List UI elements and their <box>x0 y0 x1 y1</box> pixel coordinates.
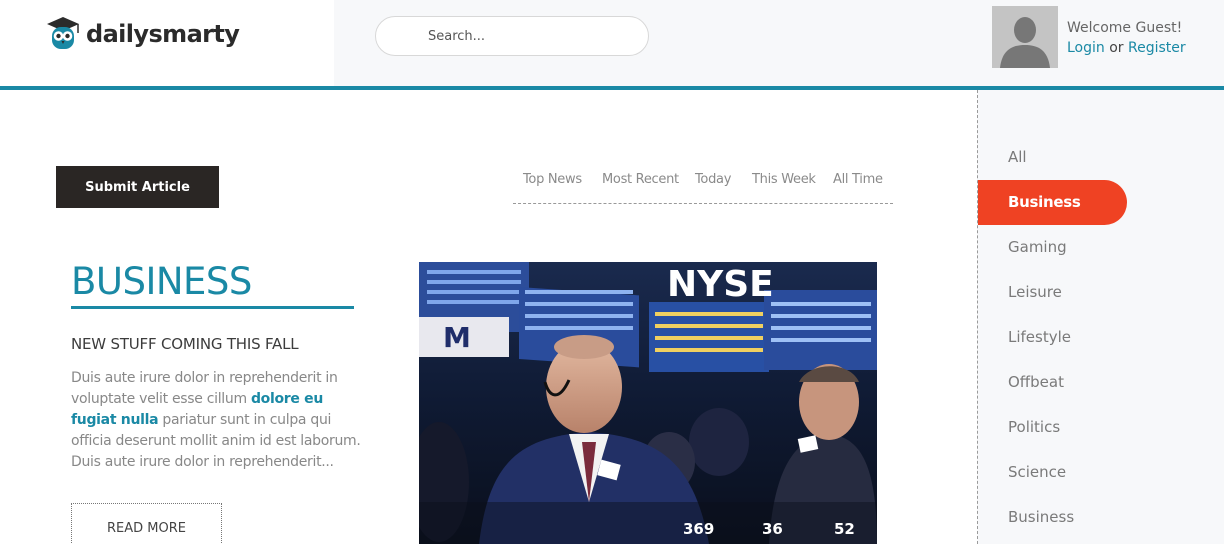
search-input[interactable] <box>428 26 628 46</box>
avatar[interactable] <box>992 6 1058 68</box>
or-text: or <box>1109 40 1124 56</box>
post-excerpt: Duis aute irure dolor in reprehenderit i… <box>71 368 371 473</box>
filter-this-week[interactable]: This Week <box>752 172 816 187</box>
submit-article-button[interactable]: Submit Article <box>56 166 219 208</box>
sidebar-item-offbeat[interactable]: Offbeat <box>1008 373 1064 391</box>
filter-today[interactable]: Today <box>695 172 731 187</box>
stat-comments: 36 <box>762 520 783 538</box>
logo[interactable]: dailysmarty <box>44 15 240 53</box>
stat-views: 369 <box>683 520 715 538</box>
auth-links: Login or Register <box>1067 40 1186 56</box>
nyse-sign-text: NYSE <box>667 264 774 305</box>
svg-text:M: M <box>443 321 471 354</box>
welcome-text: Welcome Guest! <box>1067 20 1183 36</box>
sidebar-item-leisure[interactable]: Leisure <box>1008 283 1062 301</box>
search-box[interactable] <box>375 16 649 56</box>
post-image[interactable]: M NYSE 369 36 52 <box>419 262 877 544</box>
sidebar-item-business-active[interactable]: Business <box>978 180 1127 225</box>
sidebar-item-science[interactable]: Science <box>1008 463 1066 481</box>
filter-all-time[interactable]: All Time <box>833 172 883 187</box>
sidebar-item-label: Business <box>1008 193 1081 211</box>
sidebar-item-gaming[interactable]: Gaming <box>1008 238 1067 256</box>
top-header: dailysmarty Welcome Guest! Login or Regi… <box>0 0 1224 86</box>
owl-graduation-cap-icon <box>47 17 79 49</box>
post-title[interactable]: NEW STUFF COMING THIS FALL <box>71 335 299 353</box>
read-more-button[interactable]: READ MORE <box>71 503 222 544</box>
category-heading: BUSINESS <box>71 260 252 303</box>
category-sidebar: All Business Gaming Leisure Lifestyle Of… <box>977 90 1224 544</box>
time-filter-tabs: Top News Most Recent Today This Week All… <box>513 164 893 204</box>
logo-text: dailysmarty <box>86 20 240 48</box>
sidebar-item-all[interactable]: All <box>1008 148 1027 166</box>
sidebar-item-lifestyle[interactable]: Lifestyle <box>1008 328 1071 346</box>
sidebar-item-business[interactable]: Business <box>1008 508 1074 526</box>
user-silhouette-icon <box>992 6 1058 68</box>
register-link[interactable]: Register <box>1128 40 1186 56</box>
logo-area: dailysmarty <box>0 0 334 86</box>
filter-most-recent[interactable]: Most Recent <box>602 172 679 187</box>
trading-floor-photo: M NYSE <box>419 262 877 544</box>
filter-top-news[interactable]: Top News <box>523 172 582 187</box>
sidebar-item-politics[interactable]: Politics <box>1008 418 1060 436</box>
stat-likes: 52 <box>834 520 855 538</box>
category-underline <box>71 306 354 309</box>
login-link[interactable]: Login <box>1067 40 1105 56</box>
